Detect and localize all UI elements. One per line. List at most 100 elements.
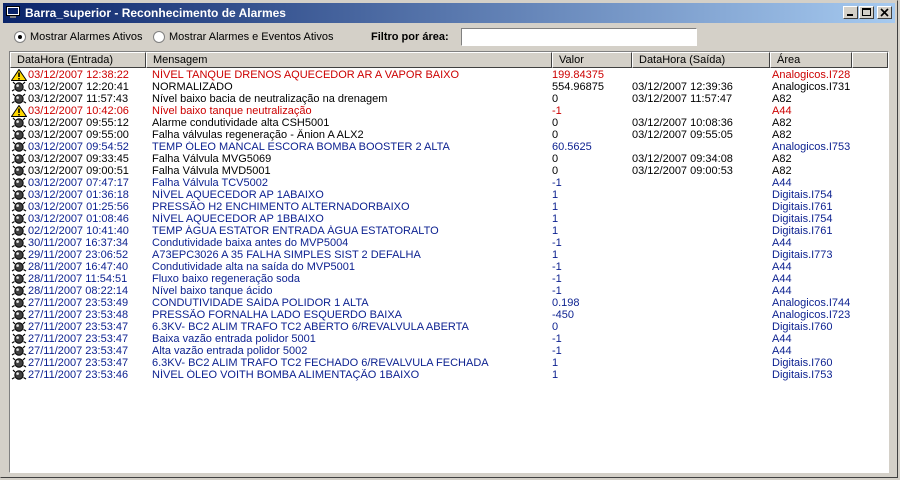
close-button[interactable] (877, 6, 892, 19)
table-row[interactable]: 03/12/2007 01:36:18 NÍVEL AQUECEDOR AP 1A… (10, 189, 888, 201)
cell-area: Digitais.I761 (772, 225, 833, 237)
maximize-button[interactable] (859, 6, 874, 19)
radio-mostrar-ativos[interactable]: Mostrar Alarmes Ativos (14, 31, 142, 43)
cell-area: A82 (772, 129, 792, 141)
cell-mensagem: Condutividade alta na saída do MVP5001 (152, 261, 356, 273)
radio-unselected-icon[interactable] (153, 31, 165, 43)
table-row[interactable]: 03/12/2007 07:47:17 Falha Válvula TCV5002… (10, 177, 888, 189)
cell-entrada: 03/12/2007 10:42:06 (28, 105, 129, 117)
alarm-icon (11, 261, 27, 273)
alarm-icon (11, 141, 27, 153)
alarm-icon (11, 237, 27, 249)
table-row[interactable]: 27/11/2007 23:53:47 6.3KV- BC2 ALIM TRAFO… (10, 357, 888, 369)
table-row[interactable]: 27/11/2007 23:53:46 NÍVEL ÓLEO VOITH BOMB… (10, 369, 888, 381)
alarm-icon (11, 297, 27, 309)
table-row[interactable]: 03/12/2007 12:20:41 NORMALIZADO 554.96875 0… (10, 81, 888, 93)
cell-area: A82 (772, 165, 792, 177)
warning-icon (10, 104, 28, 117)
table-row[interactable]: 27/11/2007 23:53:48 PRESSÃO FORNALHA LADO… (10, 309, 888, 321)
table-row[interactable]: 29/11/2007 23:06:52 A73EPC3026 A 35 FALHA… (10, 249, 888, 261)
cell-entrada: 28/11/2007 11:54:51 (28, 273, 128, 285)
cell-entrada: 30/11/2007 16:37:34 (28, 237, 129, 249)
table-row[interactable]: 27/11/2007 23:53:47 Alta vazão entrada po… (10, 345, 888, 357)
cell-valor: 0 (552, 153, 559, 165)
cell-mensagem: Falha Válvula MVD5001 (152, 165, 271, 177)
cell-valor: -1 (552, 261, 562, 273)
table-row[interactable]: 27/11/2007 23:53:47 6.3KV- BC2 ALIM TRAFO… (10, 321, 888, 333)
app-icon (6, 6, 20, 18)
table-row[interactable]: 03/12/2007 01:25:56 PRESSÃO H2 ENCHIMENTO… (10, 201, 888, 213)
alarm-icon (11, 321, 27, 333)
col-header-area[interactable]: Área (770, 52, 852, 68)
cell-valor: 60.5625 (552, 141, 592, 153)
cell-valor: 199.84375 (552, 69, 604, 81)
cell-area: Digitais.I773 (772, 249, 833, 261)
table-row[interactable]: 28/11/2007 08:22:14 Nível baixo tanque ác… (10, 285, 888, 297)
cell-mensagem: Fluxo baixo regeneração soda (152, 273, 300, 285)
cell-mensagem: 6.3KV- BC2 ALIM TRAFO TC2 ABERTO 6/REVAL… (152, 321, 469, 333)
alarm-icon (11, 213, 27, 225)
cell-saida: 03/12/2007 11:57:47 (632, 93, 733, 105)
cell-entrada: 27/11/2007 23:53:46 (28, 369, 129, 381)
cell-entrada: 03/12/2007 01:08:46 (28, 213, 129, 225)
col-header-valor[interactable]: Valor (552, 52, 632, 68)
alarm-icon (11, 201, 27, 213)
table-row[interactable]: 02/12/2007 10:41:40 TEMP ÁGUA ESTATOR ENT… (10, 225, 888, 237)
alarm-icon (11, 189, 27, 201)
cell-mensagem: Nível baixo tanque ácido (152, 285, 273, 297)
cell-entrada: 03/12/2007 01:36:18 (28, 189, 129, 201)
alarm-list[interactable]: DataHora (Entrada) Mensagem Valor DataHo… (9, 51, 889, 473)
alarm-icon (11, 177, 27, 189)
cell-entrada: 27/11/2007 23:53:48 (28, 309, 129, 321)
col-header-mensagem[interactable]: Mensagem (146, 52, 552, 68)
alarm-icon (11, 369, 27, 381)
cell-area: A44 (772, 273, 792, 285)
cell-area: Digitais.I754 (772, 189, 833, 201)
table-row[interactable]: 28/11/2007 11:54:51 Fluxo baixo regeneraç… (10, 273, 888, 285)
table-row[interactable]: 28/11/2007 16:47:40 Condutividade alta na… (10, 261, 888, 273)
alarm-rows: 03/12/2007 12:38:22 NÍVEL TANQUE DRENOS A… (10, 68, 888, 381)
radio-selected-icon[interactable] (14, 31, 26, 43)
title-bar[interactable]: Barra_superior - Reconhecimento de Alarm… (3, 3, 895, 23)
alarm-icon (11, 129, 27, 141)
cell-valor: 0 (552, 321, 559, 333)
cell-saida: 03/12/2007 10:08:36 (632, 117, 733, 129)
cell-mensagem: A73EPC3026 A 35 FALHA SIMPLES SIST 2 DEF… (152, 249, 421, 261)
cell-mensagem: Nível baixo tanque neutralização (152, 105, 312, 117)
col-header-saida[interactable]: DataHora (Saída) (632, 52, 770, 68)
cell-saida: 03/12/2007 09:55:05 (632, 129, 733, 141)
cell-valor: -450 (552, 309, 575, 321)
table-row[interactable]: 03/12/2007 09:55:12 Alarme condutividade … (10, 117, 888, 129)
table-row[interactable]: 03/12/2007 09:33:45 Falha Válvula MVG5069… (10, 153, 888, 165)
radio-mostrar-eventos-label: Mostrar Alarmes e Eventos Ativos (169, 31, 334, 43)
table-row[interactable]: 27/11/2007 23:53:47 Baixa vazão entrada p… (10, 333, 888, 345)
window-title: Barra_superior - Reconhecimento de Alarm… (25, 6, 286, 20)
cell-valor: 0 (552, 117, 559, 129)
cell-area: Digitais.I760 (772, 357, 833, 369)
close-icon (880, 8, 889, 17)
table-row[interactable]: 03/12/2007 11:57:43 Nível baixo bacia de … (10, 93, 888, 105)
cell-area: Digitais.I760 (772, 321, 833, 333)
table-row[interactable]: 30/11/2007 16:37:34 Condutividade baixa a… (10, 237, 888, 249)
cell-saida: 03/12/2007 09:34:08 (632, 153, 733, 165)
col-header-entrada[interactable]: DataHora (Entrada) (10, 52, 146, 68)
table-row[interactable]: 03/12/2007 09:54:52 TEMP ÓLEO MANCAL ESCO… (10, 141, 888, 153)
radio-mostrar-eventos[interactable]: Mostrar Alarmes e Eventos Ativos (153, 31, 333, 43)
cell-saida: 03/12/2007 12:39:36 (632, 81, 733, 93)
warning-icon (10, 68, 28, 81)
alarm-icon (11, 93, 27, 105)
table-row[interactable]: 03/12/2007 12:38:22 NÍVEL TANQUE DRENOS A… (10, 68, 888, 81)
cell-mensagem: Falha Válvula TCV5002 (152, 177, 268, 189)
cell-entrada: 27/11/2007 23:53:49 (28, 297, 129, 309)
table-row[interactable]: 03/12/2007 10:42:06 Nível baixo tanque ne… (10, 104, 888, 117)
cell-valor: -1 (552, 237, 562, 249)
table-row[interactable]: 03/12/2007 09:55:00 Falha válvulas regene… (10, 129, 888, 141)
minimize-button[interactable] (843, 6, 858, 19)
table-row[interactable]: 27/11/2007 23:53:49 CONDUTIVIDADE SAÍDA P… (10, 297, 888, 309)
cell-valor: -1 (552, 177, 562, 189)
cell-mensagem: Alarme condutividade alta CSH5001 (152, 117, 330, 129)
cell-valor: 0.198 (552, 297, 580, 309)
table-row[interactable]: 03/12/2007 09:00:51 Falha Válvula MVD5001… (10, 165, 888, 177)
table-row[interactable]: 03/12/2007 01:08:46 NÍVEL AQUECEDOR AP 1B… (10, 213, 888, 225)
filtro-area-input[interactable] (461, 28, 697, 46)
